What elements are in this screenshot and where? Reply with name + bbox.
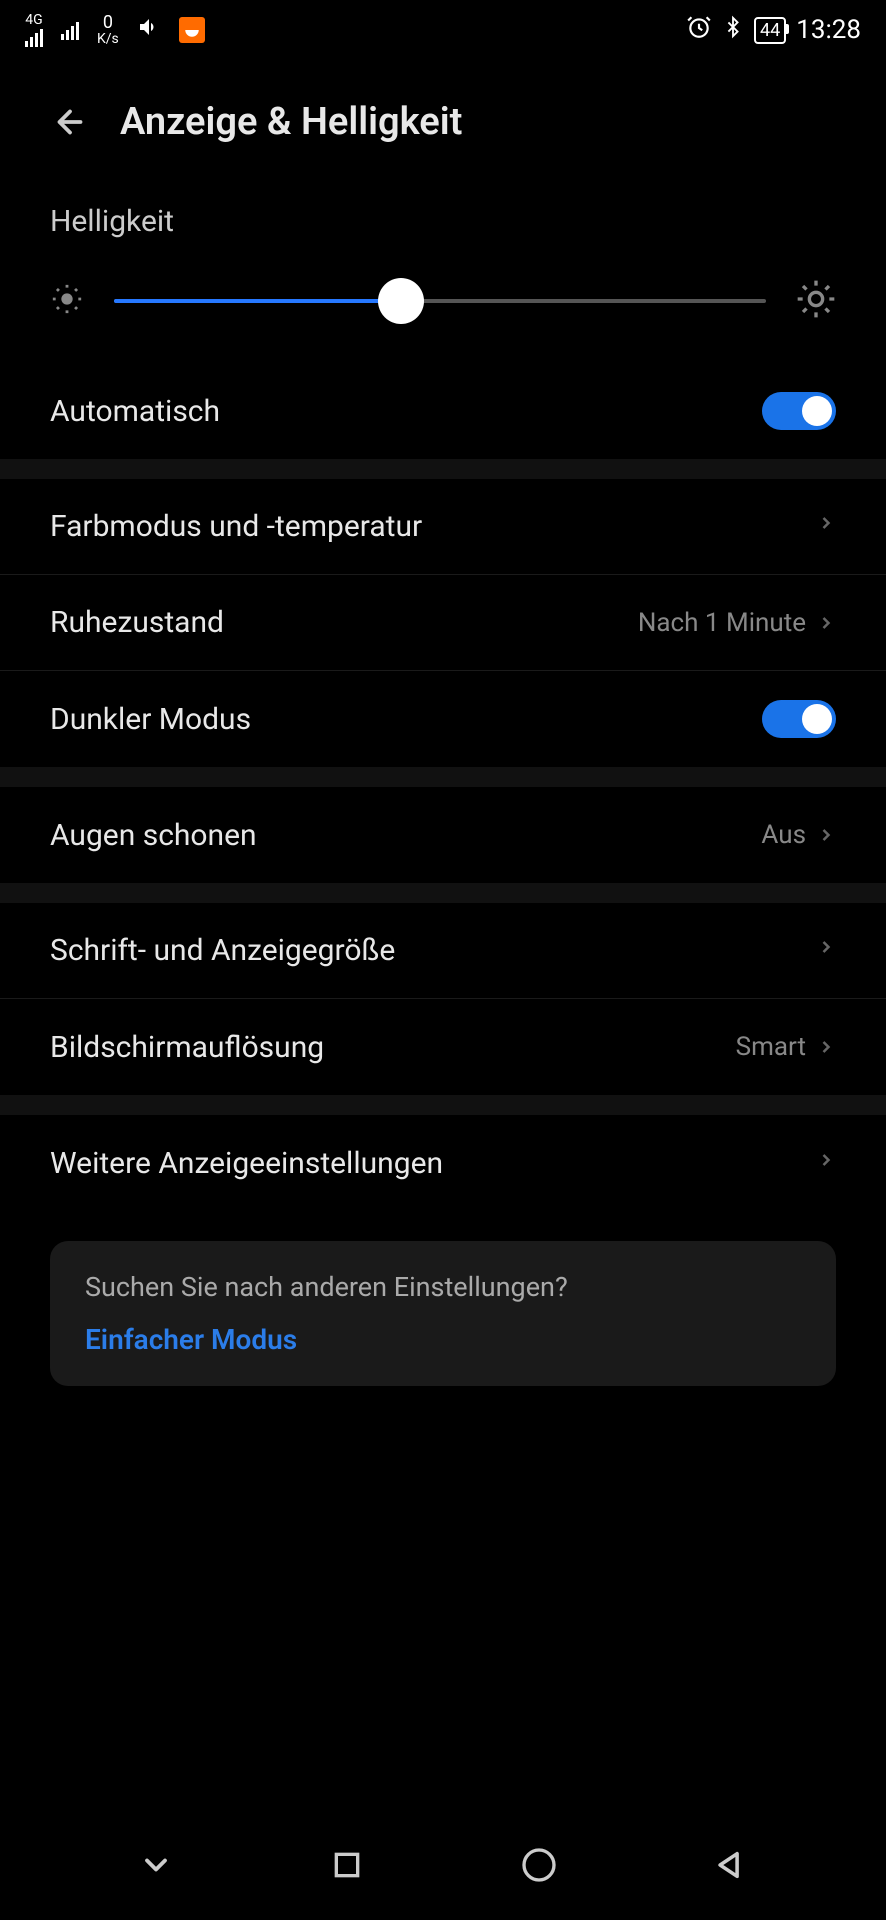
chevron-right-icon [816,821,836,849]
status-time: 13:28 [796,15,861,45]
page-header: Anzeige & Helligkeit [0,60,886,174]
chevron-right-icon [816,509,836,544]
dark-mode-toggle[interactable] [762,700,836,738]
auto-brightness-toggle[interactable] [762,392,836,430]
brightness-high-icon [796,279,836,323]
resolution-label: Bildschirmauflösung [50,1030,324,1065]
row-eye-comfort[interactable]: Augen schonen Aus [0,787,886,883]
suggestion-card: Suchen Sie nach anderen Einstellungen? E… [50,1241,836,1386]
color-mode-label: Farbmodus und -temperatur [50,509,422,544]
eye-comfort-label: Augen schonen [50,818,257,853]
chevron-right-icon [816,1146,836,1181]
nav-hide-keyboard-button[interactable] [131,1840,181,1890]
brightness-section-label: Helligkeit [50,174,836,249]
more-settings-label: Weitere Anzeigeeinstellungen [50,1146,443,1181]
alarm-icon [686,14,712,46]
dark-mode-label: Dunkler Modus [50,702,251,737]
resolution-value: Smart [736,1032,806,1062]
row-resolution[interactable]: Bildschirmauflösung Smart [0,999,886,1095]
signal-bars-icon [61,20,79,40]
nav-home-button[interactable] [514,1840,564,1890]
row-auto-brightness[interactable]: Automatisch [0,363,886,459]
row-dark-mode[interactable]: Dunkler Modus [0,671,886,767]
app-notification-icon [179,17,205,43]
page-title: Anzeige & Helligkeit [120,100,462,144]
battery-indicator: 44 [754,17,786,44]
volume-icon [137,15,161,45]
auto-brightness-label: Automatisch [50,394,220,429]
chevron-right-icon [816,609,836,637]
font-size-label: Schrift- und Anzeigegröße [50,933,395,968]
suggestion-title: Suchen Sie nach anderen Einstellungen? [85,1271,801,1303]
chevron-right-icon [816,1033,836,1061]
brightness-slider[interactable] [114,299,766,303]
status-bar: 4G 0 K/s 44 13:28 [0,0,886,60]
eye-comfort-value: Aus [761,820,806,850]
nav-recent-button[interactable] [322,1840,372,1890]
row-font-size[interactable]: Schrift- und Anzeigegröße [0,903,886,999]
network-signal-4g-icon: 4G [25,13,43,47]
row-sleep[interactable]: Ruhezustand Nach 1 Minute [0,575,886,671]
row-color-mode[interactable]: Farbmodus und -temperatur [0,479,886,575]
sleep-label: Ruhezustand [50,605,224,640]
chevron-right-icon [816,933,836,968]
brightness-low-icon [50,282,84,320]
back-button[interactable] [50,102,90,142]
network-speed: 0 K/s [97,14,119,46]
sleep-value: Nach 1 Minute [638,608,806,638]
suggestion-link-simple-mode[interactable]: Einfacher Modus [85,1323,801,1356]
row-more-display-settings[interactable]: Weitere Anzeigeeinstellungen [0,1115,886,1211]
bluetooth-icon [722,14,744,46]
navigation-bar [0,1810,886,1920]
nav-back-button[interactable] [705,1840,755,1890]
